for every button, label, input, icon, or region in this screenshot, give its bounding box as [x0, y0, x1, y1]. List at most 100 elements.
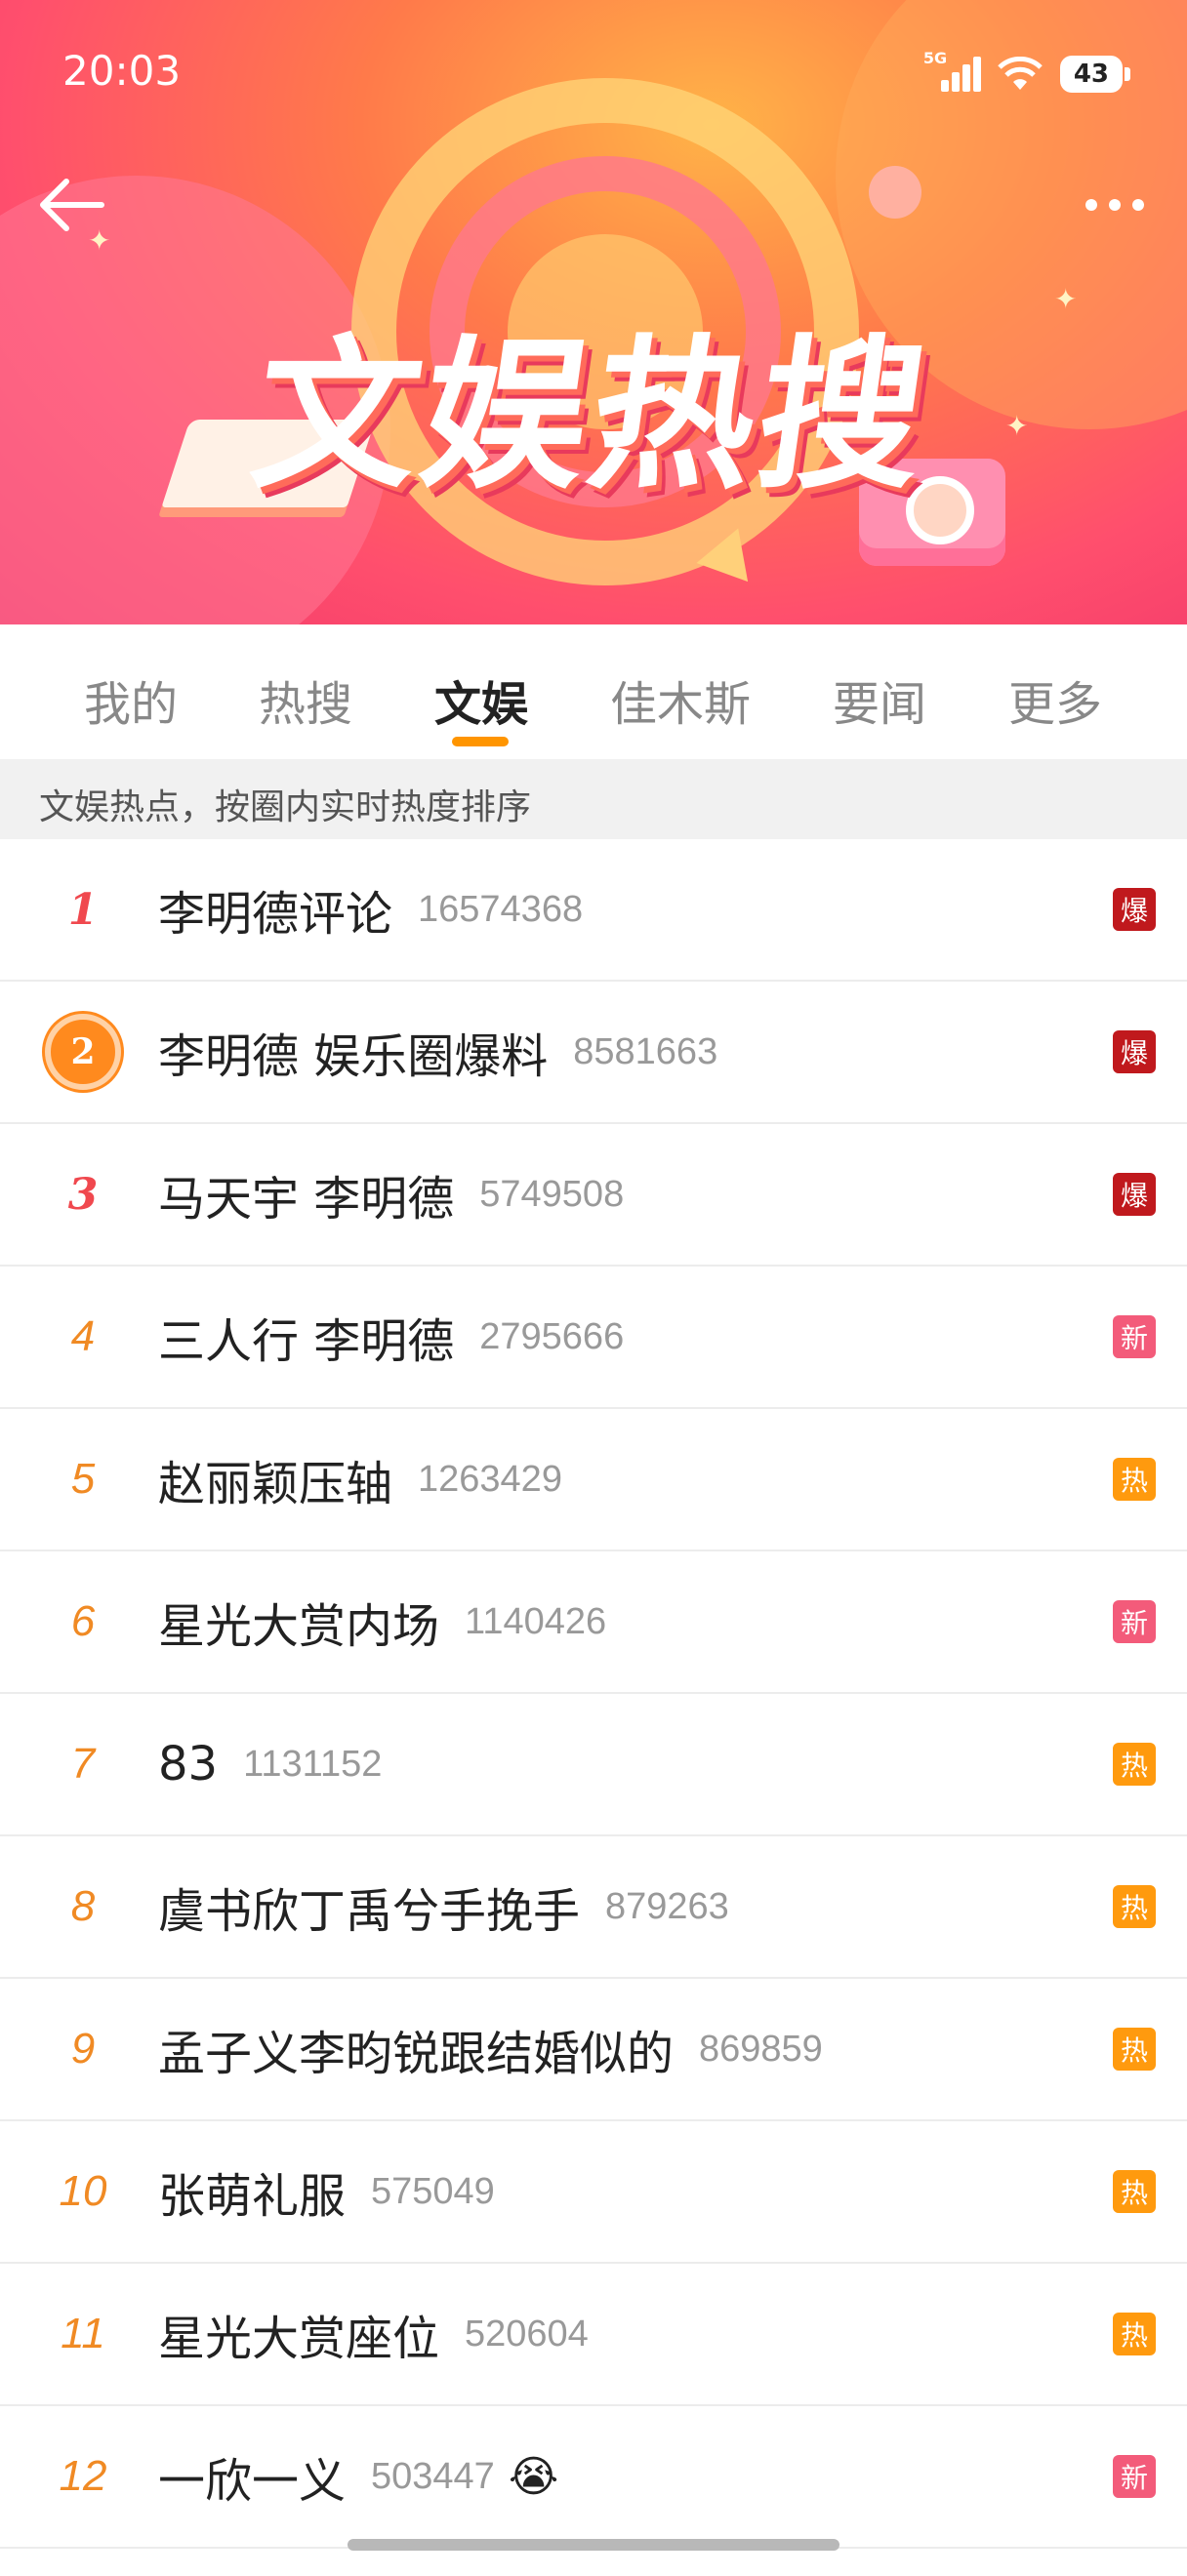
topic: 83 1131152: [158, 1694, 382, 1834]
heat-count: 1140426: [465, 1600, 607, 1642]
topic-title: 李明德评论: [158, 887, 393, 942]
status-badge: 热: [1113, 1885, 1156, 1928]
banner-title: 文娱热搜: [242, 320, 941, 511]
signal-icon: 5G: [923, 49, 981, 96]
list-item[interactable]: 6 星光大赏内场 1140426 新: [0, 1551, 1187, 1694]
rank-number: 10: [59, 2167, 107, 2215]
status-badge: 热: [1113, 2313, 1156, 2355]
topic-title: 83: [158, 1737, 219, 1791]
heat-count: 520604: [465, 2313, 589, 2355]
planet-icon: [869, 166, 921, 219]
rank-number: 8: [70, 1882, 96, 1930]
ranking-hint: 文娱热点，按圈内实时热度排序: [0, 759, 1187, 839]
topic: 马天宇 李明德 5749508: [158, 1124, 624, 1265]
topic-title: 马天宇 李明德: [158, 1172, 455, 1227]
heat-count: 16574368: [418, 888, 584, 930]
ranking-hint-text: 文娱热点，按圈内实时热度排序: [39, 787, 532, 827]
heat-count: 8581663: [573, 1030, 718, 1072]
rank-number: 2: [45, 1014, 121, 1090]
wifi-icon: [998, 57, 1043, 90]
rank-number: 6: [70, 1597, 96, 1645]
battery-indicator: 43: [1059, 56, 1131, 93]
status-badge: 爆: [1113, 1030, 1156, 1073]
topic-title: 赵丽颖压轴: [158, 1457, 393, 1511]
list-item[interactable]: 12 一欣一义 503447 😭 新: [0, 2406, 1187, 2549]
topic: 李明德 娱乐圈爆料 8581663: [158, 982, 717, 1122]
topic-title: 虞书欣丁禹兮手挽手: [158, 1884, 581, 1939]
signal-bar: [962, 64, 970, 92]
home-indicator[interactable]: [348, 2539, 839, 2551]
rank-number: 4: [70, 1312, 96, 1360]
status-badge: 新: [1113, 2455, 1156, 2498]
topic-title: 一欣一义: [158, 2454, 347, 2509]
back-arrow-icon: [40, 179, 104, 231]
status-badge: 热: [1113, 1458, 1156, 1501]
signal-bar: [940, 80, 949, 92]
topic: 张萌礼服 575049: [158, 2121, 495, 2262]
status-time: 20:03: [62, 47, 182, 95]
more-button[interactable]: [1076, 181, 1154, 228]
rank-number: 12: [59, 2452, 107, 2500]
topic-title: 星光大赏内场: [158, 1599, 440, 1654]
heat-count: 1263429: [418, 1458, 562, 1500]
more-dots-icon: [1109, 199, 1121, 211]
rank-number: 1: [67, 884, 99, 935]
status-badge: 热: [1113, 2170, 1156, 2213]
back-button[interactable]: [33, 166, 111, 244]
topic-title: 三人行 李明德: [158, 1314, 455, 1369]
rank-medal: 2: [29, 982, 137, 1122]
rank-number: 3: [67, 1169, 99, 1220]
status-icons: 5G 43: [923, 49, 1131, 96]
topic: 星光大赏内场 1140426: [158, 1551, 606, 1692]
topic-title: 李明德 娱乐圈爆料: [158, 1029, 549, 1084]
topic-title: 星光大赏座位: [158, 2312, 440, 2366]
category-tabs: 我的 热搜 文娱 佳木斯 要闻 更多: [0, 624, 1187, 759]
active-tab-indicator: [452, 737, 509, 746]
status-bar: 20:03 5G 43: [0, 0, 1187, 156]
list-item[interactable]: 1 李明德评论 16574368 爆: [0, 839, 1187, 982]
heat-count: 575049: [371, 2170, 495, 2212]
list-item[interactable]: 7 83 1131152 热: [0, 1694, 1187, 1836]
status-badge: 爆: [1113, 888, 1156, 931]
list-item[interactable]: 8 虞书欣丁禹兮手挽手 879263 热: [0, 1836, 1187, 1979]
list-item[interactable]: 9 孟子义李昀锐跟结婚似的 869859 热: [0, 1979, 1187, 2121]
list-item[interactable]: 2 李明德 娱乐圈爆料 8581663 爆: [0, 982, 1187, 1124]
list-item[interactable]: 5 赵丽颖压轴 1263429 热: [0, 1409, 1187, 1551]
list-item[interactable]: 11 星光大赏座位 520604 热: [0, 2264, 1187, 2406]
topic: 孟子义李昀锐跟结婚似的 869859: [158, 1979, 823, 2119]
heat-count: 2795666: [479, 1315, 625, 1357]
tab-more[interactable]: 更多: [1008, 665, 1102, 734]
heat-count: 1131152: [243, 1743, 383, 1785]
tab-jiamusi[interactable]: 佳木斯: [610, 665, 751, 734]
tab-news[interactable]: 要闻: [833, 665, 926, 734]
topic: 李明德评论 16574368: [158, 839, 583, 980]
list-item[interactable]: 4 三人行 李明德 2795666 新: [0, 1267, 1187, 1409]
topic: 星光大赏座位 520604: [158, 2264, 589, 2404]
status-badge: 热: [1113, 2028, 1156, 2071]
status-badge: 爆: [1113, 1173, 1156, 1216]
signal-bar: [951, 72, 960, 92]
heat-count: 879263: [605, 1885, 729, 1927]
tab-entertainment[interactable]: 文娱: [434, 665, 528, 734]
rank-number: 5: [70, 1455, 96, 1503]
rank-number: 11: [61, 2310, 105, 2357]
heat-count: 869859: [699, 2028, 823, 2070]
rank-number: 9: [70, 2025, 96, 2073]
list-item[interactable]: 3 马天宇 李明德 5749508 爆: [0, 1124, 1187, 1267]
hot-search-list: 1 李明德评论 16574368 爆 2 李明德 娱乐圈爆料 8581663 爆…: [0, 839, 1187, 2549]
more-dots-icon: [1132, 199, 1144, 211]
signal-bar: [972, 57, 981, 92]
list-item[interactable]: 10 张萌礼服 575049 热: [0, 2121, 1187, 2264]
rank-number: 7: [70, 1740, 96, 1788]
tab-hot-search[interactable]: 热搜: [259, 665, 352, 734]
topic: 三人行 李明德 2795666: [158, 1267, 624, 1407]
crying-emoji-icon: 😭: [508, 2451, 559, 2502]
topic: 虞书欣丁禹兮手挽手 879263: [158, 1836, 729, 1977]
status-badge: 新: [1113, 1600, 1156, 1643]
topic-title: 张萌礼服: [158, 2169, 347, 2224]
network-label: 5G: [922, 49, 948, 67]
heat-count: 5749508: [479, 1173, 625, 1215]
topic: 赵丽颖压轴 1263429: [158, 1409, 562, 1550]
topic-title: 孟子义李昀锐跟结婚似的: [158, 2027, 675, 2081]
tab-mine[interactable]: 我的: [84, 665, 178, 734]
